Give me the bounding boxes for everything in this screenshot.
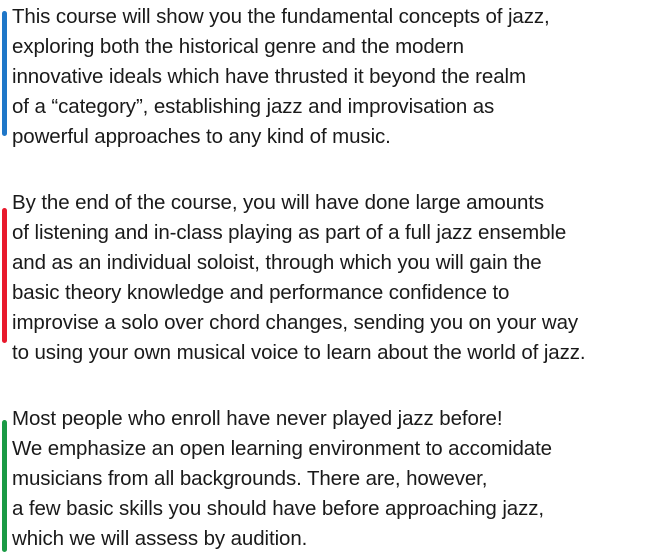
text-line: powerful approaches to any kind of music… [12, 125, 391, 148]
blue-accent-bar [2, 11, 7, 136]
text-line: innovative ideals which have thrusted it… [12, 65, 526, 88]
text-line: of a “category”, establishing jazz and i… [12, 95, 495, 118]
red-accent-bar [2, 208, 7, 343]
text-line: which we will assess by audition. [12, 527, 308, 550]
text-line: By the end of the course, you will have … [12, 191, 545, 214]
text-line: a few basic skills you should have befor… [12, 497, 544, 520]
text-line: to using your own musical voice to learn… [12, 341, 586, 364]
text-line: and as an individual soloist, through wh… [12, 251, 542, 274]
paragraph-text: Most people who enroll have never played… [12, 404, 552, 554]
text-line: of listening and in-class playing as par… [12, 221, 567, 244]
text-line: We emphasize an open learning environmen… [12, 437, 552, 460]
text-line: improvise a solo over chord changes, sen… [12, 311, 579, 334]
text-line: Most people who enroll have never played… [12, 407, 503, 430]
text-line: This course will show you the fundamenta… [12, 5, 550, 28]
paragraph-text: This course will show you the fundamenta… [12, 2, 550, 152]
text-line: musicians from all backgrounds. There ar… [12, 467, 488, 490]
paragraph-text: By the end of the course, you will have … [12, 188, 586, 368]
green-accent-bar [2, 420, 7, 552]
text-line: exploring both the historical genre and … [12, 35, 464, 58]
text-line: basic theory knowledge and performance c… [12, 281, 510, 304]
